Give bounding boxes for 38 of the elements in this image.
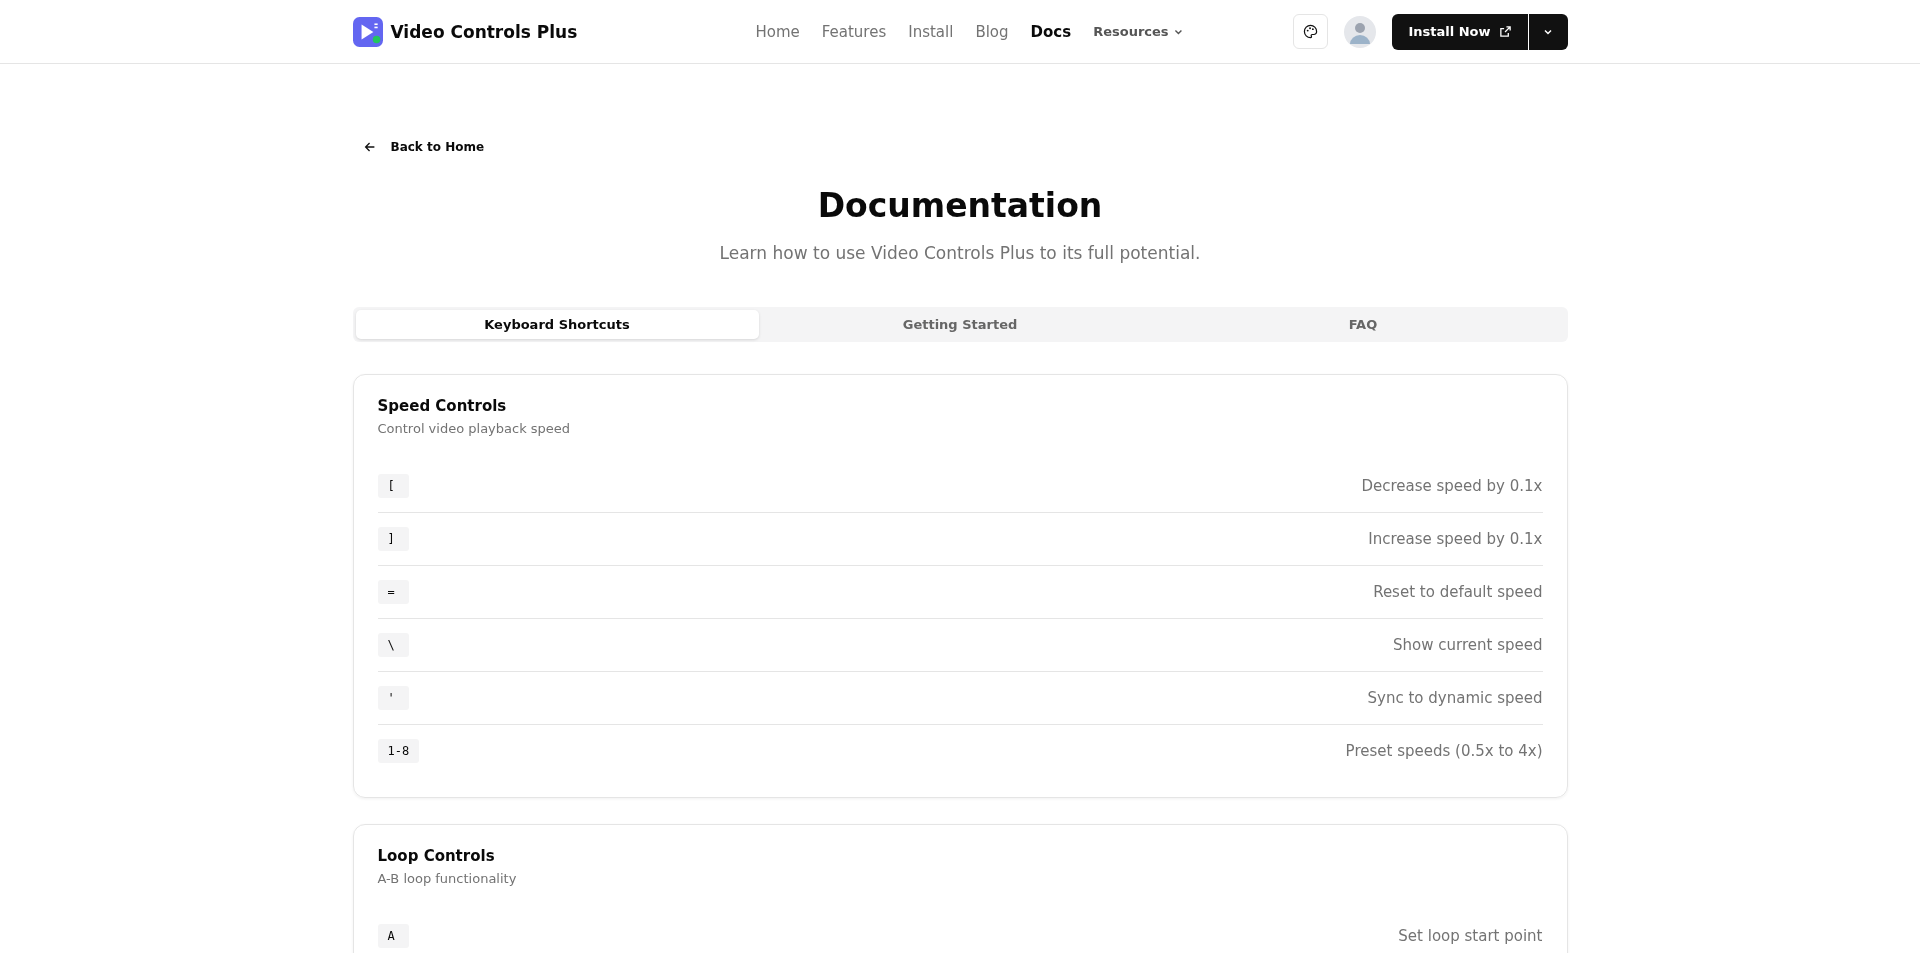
install-dropdown-button[interactable] — [1527, 13, 1568, 50]
brand-name[interactable]: Video Controls Plus — [390, 21, 578, 42]
card-description: A-B loop functionality — [377, 871, 518, 886]
shortcut-description: Show current speed — [1393, 636, 1543, 654]
install-now-button[interactable]: Install Now — [1392, 13, 1528, 50]
key-badge: \ — [377, 633, 409, 657]
key-badge: 1-8 — [377, 739, 420, 763]
nav-link[interactable]: Home — [755, 22, 800, 41]
play-logo-icon — [352, 16, 383, 47]
shortcut-description: Set loop start point — [1398, 927, 1543, 945]
back-link[interactable]: Back to Home — [352, 136, 495, 158]
palette-icon — [1303, 24, 1319, 39]
tab[interactable]: FAQ — [1161, 310, 1565, 339]
shortcut-description: Increase speed by 0.1x — [1368, 530, 1543, 548]
tab[interactable]: Keyboard Shortcuts — [355, 310, 759, 339]
card-description: Control video playback speed — [377, 421, 572, 436]
page-title: Documentation — [816, 186, 1104, 225]
shortcut-description: Reset to default speed — [1373, 583, 1543, 601]
palette-button[interactable] — [1293, 14, 1329, 49]
arrow-left-icon — [362, 140, 377, 154]
shortcut-description: Decrease speed by 0.1x — [1361, 477, 1543, 495]
external-link-icon — [1498, 25, 1512, 38]
key-badge: ] — [377, 527, 409, 551]
nav-link[interactable]: Resources — [1093, 24, 1185, 39]
shortcut-description: Sync to dynamic speed — [1367, 689, 1543, 707]
card-title: Speed Controls — [377, 397, 508, 415]
key-badge: = — [377, 580, 409, 604]
nav-link[interactable]: Docs — [1030, 22, 1072, 41]
card-title: Loop Controls — [377, 847, 496, 865]
page-subtitle: Learn how to use Video Controls Plus to its full potential. — [718, 243, 1202, 263]
key-badge: A — [377, 924, 409, 948]
key-badge: [ — [377, 474, 409, 498]
nav-link[interactable]: Blog — [975, 22, 1009, 41]
shortcut-description: Preset speeds (0.5x to 4x) — [1345, 742, 1543, 760]
nav-link[interactable]: Features — [821, 22, 887, 41]
tab[interactable]: Getting Started — [758, 310, 1162, 339]
nav-link[interactable]: Install — [908, 22, 954, 41]
key-badge: ' — [377, 686, 409, 710]
